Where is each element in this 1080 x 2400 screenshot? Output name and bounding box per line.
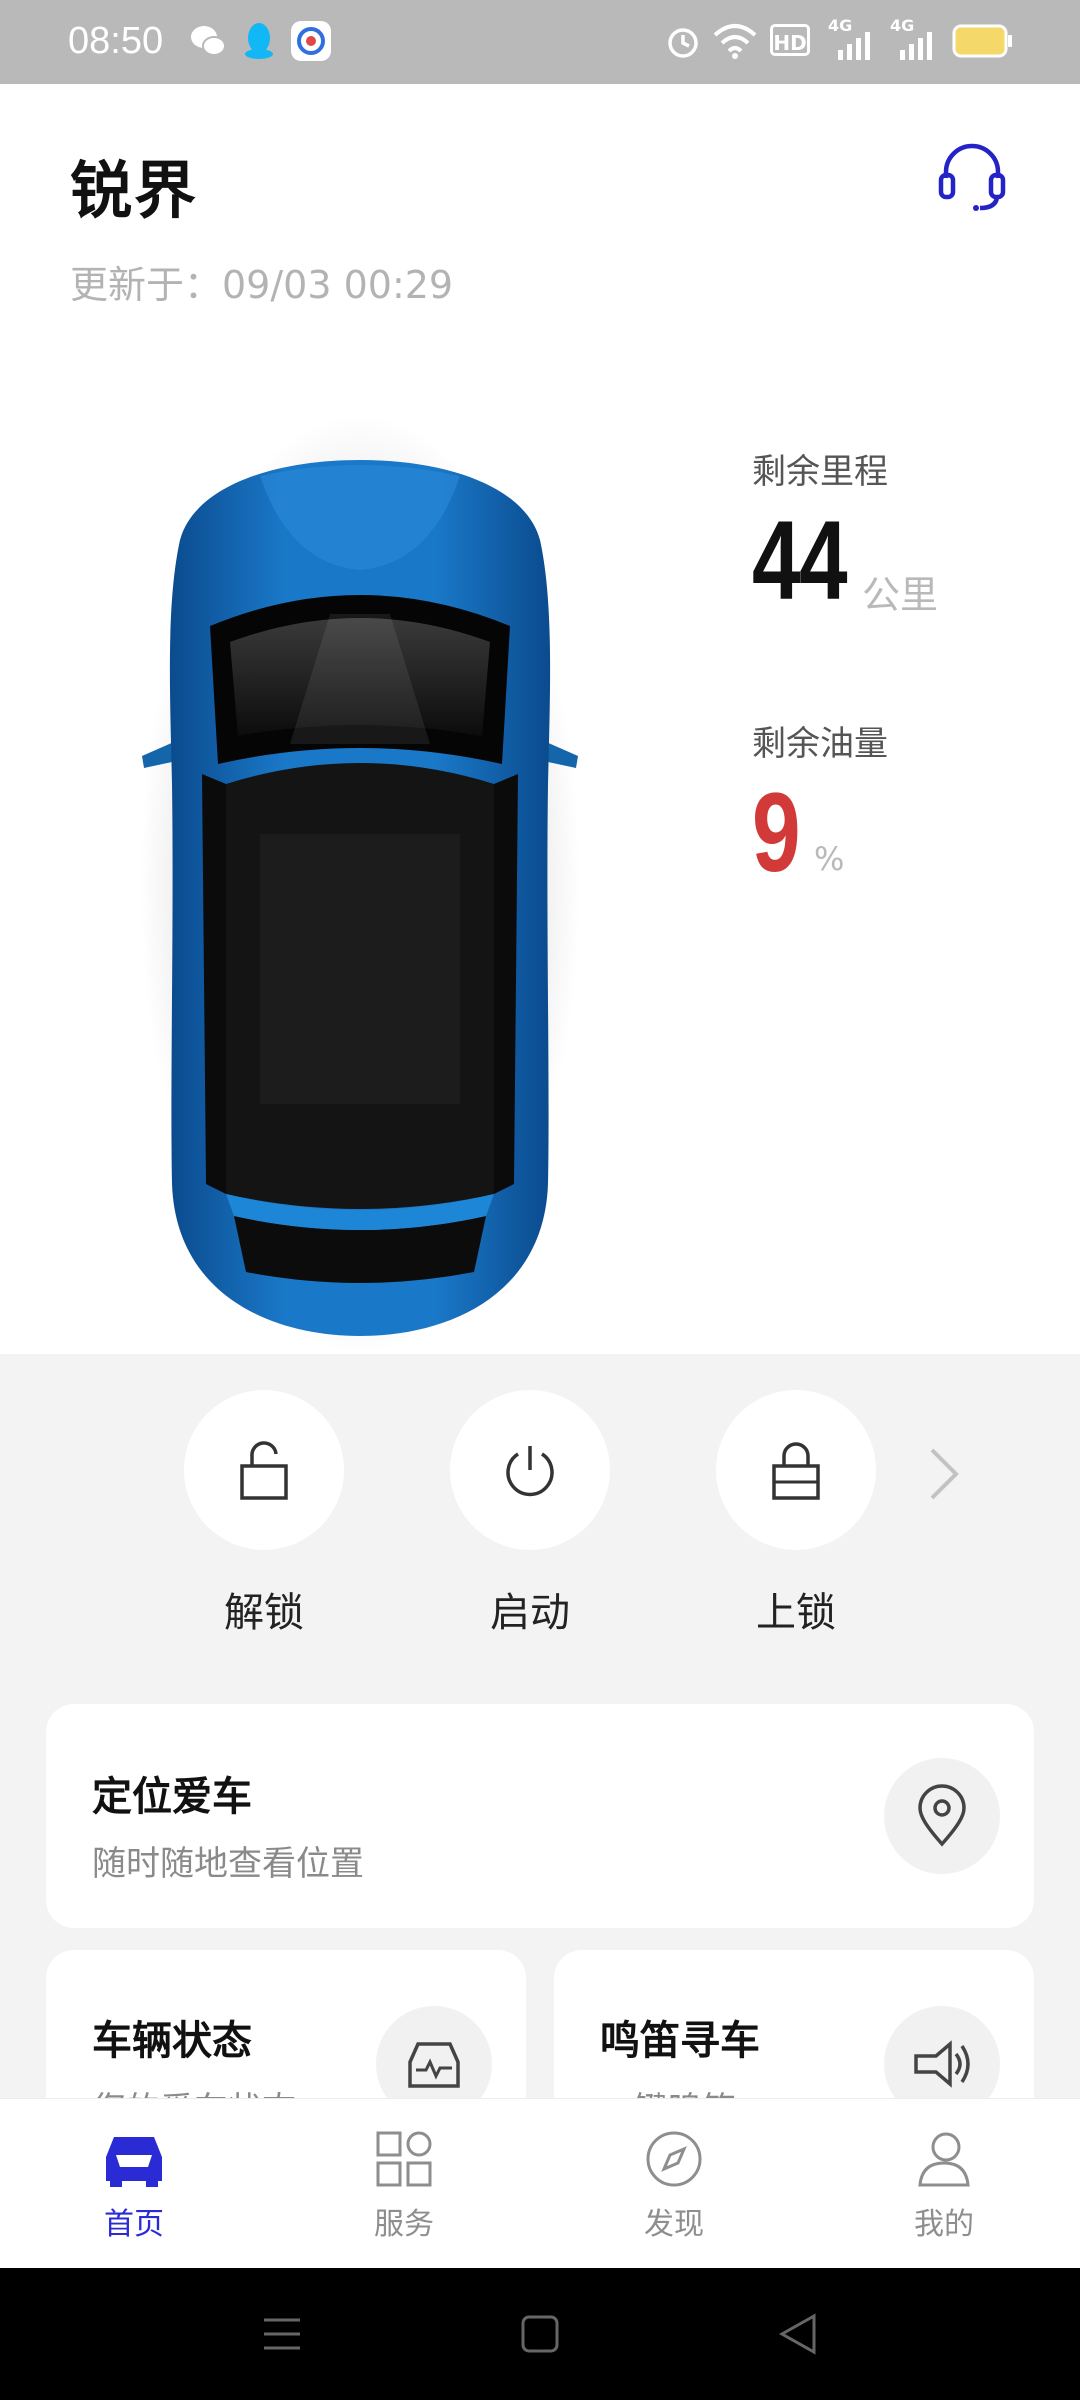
tab-mine-label: 我的: [914, 2207, 974, 2242]
tab-services[interactable]: 服务: [324, 2129, 484, 2243]
headset-icon[interactable]: [938, 142, 1006, 212]
lock-button[interactable]: 上锁: [716, 1390, 876, 1638]
vehicle-overview: 锐界 更新于：09/03 00:29 剩余里程 44 公里 剩余油量 9 %: [0, 84, 1080, 1354]
tab-mine[interactable]: 我的: [864, 2129, 1024, 2243]
wifi-icon: [713, 24, 757, 59]
compass-icon: [646, 2131, 702, 2187]
unlock-icon: [240, 1441, 288, 1500]
back-icon[interactable]: [778, 2312, 818, 2356]
signal-4g-icon: 4G: [828, 16, 876, 62]
location-pin-icon: [918, 1784, 966, 1847]
lock-circle[interactable]: [716, 1390, 876, 1550]
hd-label: HD: [773, 31, 807, 55]
page-title: 锐界: [70, 154, 199, 227]
lock-label: 上锁: [756, 1590, 836, 1636]
range-value: 44: [752, 498, 848, 623]
unlock-label: 解锁: [224, 1590, 304, 1636]
locate-car-card[interactable]: 定位爱车 随时随地查看位置: [46, 1704, 1034, 1928]
grid-icon: [376, 2131, 432, 2187]
menu-icon[interactable]: [262, 2314, 302, 2354]
system-navigation-bar: [0, 2268, 1080, 2400]
start-label: 启动: [490, 1590, 570, 1636]
quick-actions: 解锁 启动 上锁: [0, 1354, 1080, 1684]
user-icon: [918, 2132, 970, 2187]
status-bar: 08:50 HD 4G 4G: [0, 0, 1080, 84]
hd-icon: HD: [770, 24, 810, 56]
last-updated: 更新于：09/03 00:29: [70, 263, 454, 307]
locate-card-title: 定位爱车: [92, 1774, 252, 1820]
locate-card-subtitle: 随时随地查看位置: [92, 1844, 364, 1884]
start-circle[interactable]: [450, 1390, 610, 1550]
car-image: [140, 414, 580, 1354]
start-button[interactable]: 启动: [450, 1390, 610, 1638]
vehicle-status-title: 车辆状态: [92, 2018, 252, 2064]
app-icon: [291, 21, 331, 61]
unlock-button[interactable]: 解锁: [184, 1390, 344, 1638]
fuel-value: 9: [752, 770, 801, 895]
tab-discover[interactable]: 发现: [594, 2129, 754, 2243]
car-icon: [106, 2137, 162, 2187]
unlock-circle[interactable]: [184, 1390, 344, 1550]
lock-icon: [772, 1442, 820, 1500]
tab-services-label: 服务: [374, 2207, 434, 2242]
fuel-label: 剩余油量: [752, 724, 888, 764]
wechat-icon: [191, 26, 226, 56]
chevron-right-icon[interactable]: [918, 1444, 968, 1504]
horn-icon: [914, 2040, 970, 2088]
range-unit: 公里: [862, 573, 939, 617]
home-nav-icon[interactable]: [520, 2314, 560, 2354]
qq-icon: [245, 23, 273, 59]
tab-discover-label: 发现: [644, 2207, 704, 2242]
car-status-icon: [408, 2042, 460, 2088]
bottom-tab-bar: 首页 服务 发现 我的: [0, 2098, 1080, 2269]
power-icon: [506, 1446, 554, 1497]
tab-home[interactable]: 首页: [54, 2129, 214, 2243]
range-label: 剩余里程: [752, 452, 888, 492]
status-time: 08:50: [68, 20, 164, 62]
locate-card-icon-bg[interactable]: [884, 1758, 1000, 1874]
honk-card-title: 鸣笛寻车: [600, 2018, 760, 2064]
tab-home-label: 首页: [104, 2207, 164, 2242]
alarm-icon: [668, 28, 698, 58]
signal-4g-icon: 4G: [890, 16, 938, 62]
fuel-unit: %: [814, 840, 845, 878]
battery-icon: [952, 24, 1012, 58]
